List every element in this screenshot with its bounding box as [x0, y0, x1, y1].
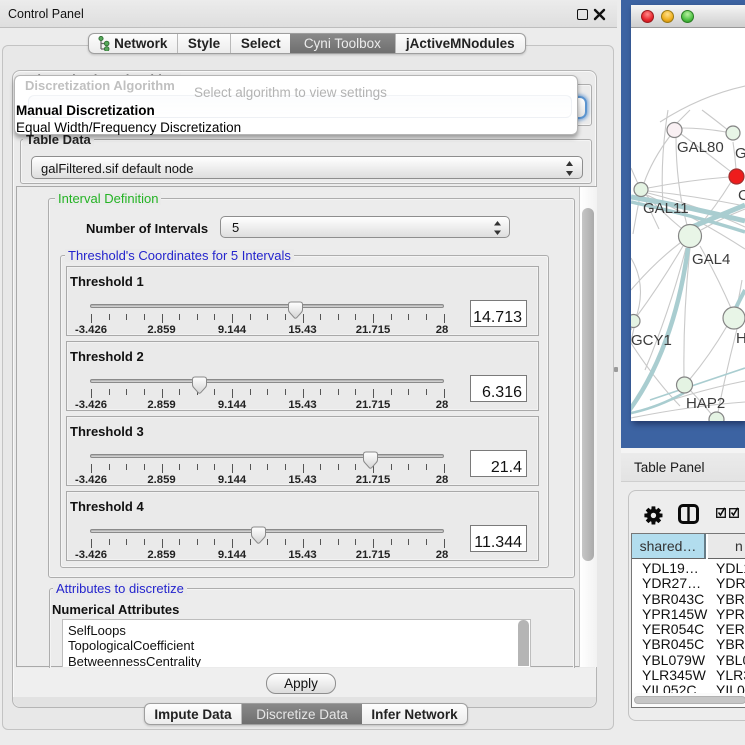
svg-text:H: H [736, 330, 745, 347]
svg-text:HAP2: HAP2 [686, 395, 725, 412]
svg-text:GA: GA [735, 145, 745, 162]
svg-text:GCY1: GCY1 [631, 332, 672, 349]
svg-text:GAL80: GAL80 [677, 139, 724, 156]
svg-text:GAL4: GAL4 [692, 251, 730, 268]
svg-text:GAL11: GAL11 [643, 200, 689, 217]
svg-text:C: C [738, 187, 745, 204]
